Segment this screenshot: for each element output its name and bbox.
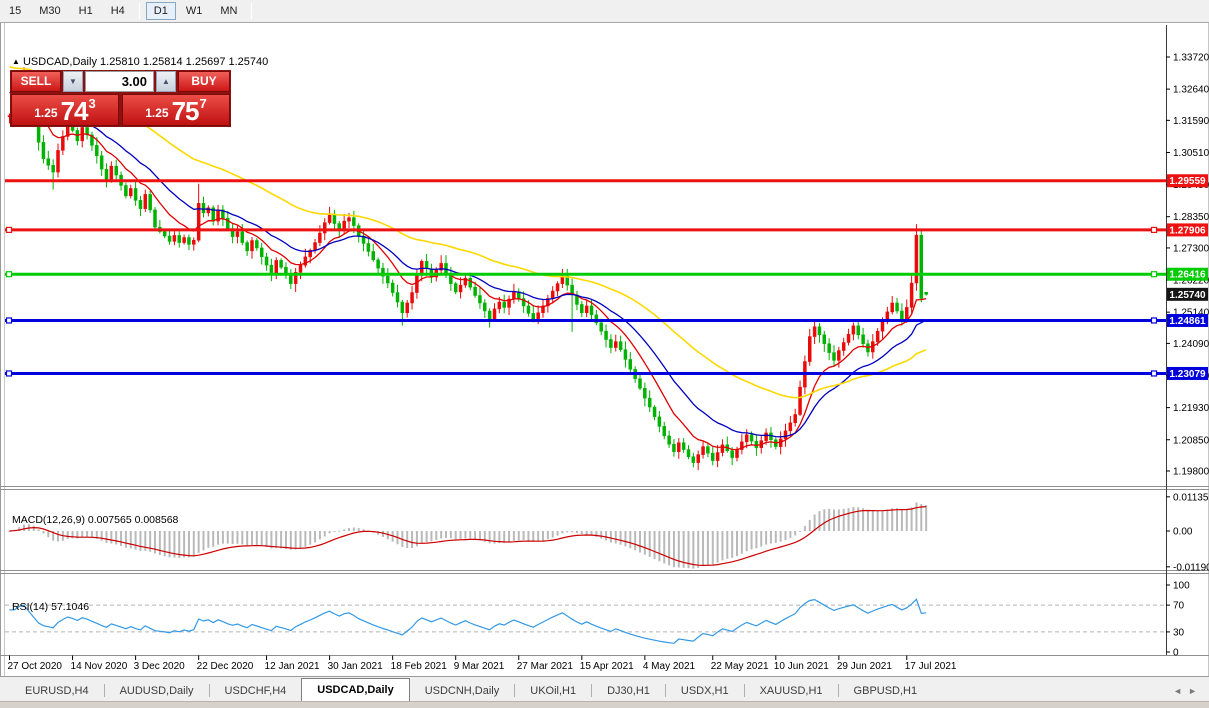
timeframe-button-D1[interactable]: D1: [145, 2, 176, 20]
open-value: 1.25810: [100, 56, 140, 68]
timeframe-button-15[interactable]: 15: [1, 2, 29, 20]
price-badge-1.24861: 1.24861: [1167, 313, 1208, 327]
svg-text:0: 0: [1173, 648, 1179, 659]
tab-USDCNH-Daily[interactable]: USDCNH,Daily: [410, 681, 515, 701]
svg-text:1.28350: 1.28350: [1173, 212, 1209, 223]
svg-text:1.26416: 1.26416: [1169, 270, 1206, 281]
lot-increase-button[interactable]: ▲: [156, 71, 176, 92]
svg-text:1.24861: 1.24861: [1169, 316, 1206, 327]
date-label: 9 Mar 2021: [454, 661, 505, 672]
price-badge-1.25740: 1.25740: [1167, 287, 1208, 301]
svg-text:1.30510: 1.30510: [1173, 148, 1209, 159]
buy-price-big: 75: [171, 96, 200, 126]
buy-price-pip: 7: [199, 96, 207, 111]
price-badge-1.29559: 1.29559: [1167, 174, 1208, 188]
toolbar-separator: [251, 3, 253, 19]
sell-price-prefix: 1.25: [34, 106, 58, 120]
tab-USDX-H1[interactable]: USDX,H1: [666, 681, 744, 701]
tab-USDCAD-Daily[interactable]: USDCAD,Daily: [301, 678, 410, 701]
date-label: 27 Mar 2021: [517, 661, 574, 672]
timeframe-button-MN[interactable]: MN: [212, 2, 245, 20]
sell-price-big: 74: [60, 96, 89, 126]
macd-values: 0.007565 0.008568: [87, 514, 179, 526]
ohlc-info-line: ▲ USDCAD,Daily 1.25810 1.25814 1.25697 1…: [12, 56, 268, 68]
svg-text:1.24090: 1.24090: [1173, 339, 1209, 350]
price-badge-1.26416: 1.26416: [1167, 267, 1208, 281]
sell-button[interactable]: SELL: [11, 71, 61, 92]
rsi-value: 57.1046: [51, 601, 90, 613]
tabs-scroll-left-icon[interactable]: ◄: [1173, 686, 1188, 696]
date-label: 4 May 2021: [643, 661, 696, 672]
date-label: 22 Dec 2020: [197, 661, 254, 672]
tab-USDCHF-H4[interactable]: USDCHF,H4: [210, 681, 302, 701]
svg-text:0.00: 0.00: [1173, 527, 1193, 538]
buy-price-quote[interactable]: 1.25 75 7: [122, 94, 230, 126]
timeframe-button-H4[interactable]: H4: [103, 2, 133, 20]
buy-button[interactable]: BUY: [178, 71, 230, 92]
chart-tab-bar: EURUSD,H4 AUDUSD,Daily USDCHF,H4 USDCAD,Dai…: [0, 676, 1209, 701]
svg-text:100: 100: [1173, 581, 1190, 592]
svg-text:1.31590: 1.31590: [1173, 116, 1209, 127]
tabs-scroll-right-icon[interactable]: ►: [1188, 686, 1203, 696]
rsi-indicator-label: RSI(14) 57.1046: [12, 601, 90, 613]
chart-collapse-icon[interactable]: ▲: [12, 57, 20, 66]
buy-price-prefix: 1.25: [145, 106, 169, 120]
timeframe-button-W1[interactable]: W1: [178, 2, 211, 20]
svg-text:-0.01190: -0.01190: [1173, 562, 1209, 573]
low-value: 1.25697: [185, 56, 226, 68]
symbol-period-label: USDCAD,Daily: [22, 56, 97, 68]
one-click-trading-panel: SELL ▼ 3.00 ▲ BUY 1.25 74 3 1.25 75 7: [10, 70, 231, 127]
window-bottom-edge: [0, 701, 1209, 708]
svg-text:1.33720: 1.33720: [1173, 53, 1209, 64]
svg-text:1.29559: 1.29559: [1169, 176, 1206, 187]
date-label: 29 Jun 2021: [837, 661, 892, 672]
svg-text:1.27300: 1.27300: [1173, 243, 1209, 254]
date-label: 18 Feb 2021: [391, 661, 448, 672]
date-label: 3 Dec 2020: [134, 661, 186, 672]
svg-text:1.27906: 1.27906: [1169, 225, 1206, 236]
chart-window: 1.337201.326401.315901.305101.294301.283…: [0, 23, 1209, 676]
tab-EURUSD-H4[interactable]: EURUSD,H4: [10, 681, 104, 701]
svg-text:70: 70: [1173, 601, 1185, 612]
svg-text:1.20850: 1.20850: [1173, 435, 1209, 446]
date-label: 15 Apr 2021: [580, 661, 634, 672]
date-label: 22 May 2021: [711, 661, 769, 672]
date-label: 30 Jan 2021: [328, 661, 383, 672]
svg-text:30: 30: [1173, 627, 1185, 638]
tab-DJ30-H1[interactable]: DJ30,H1: [592, 681, 665, 701]
timeframe-toolbar: 15 M30 H1 H4 D1 W1 MN: [0, 0, 1209, 23]
timeframe-button-M30[interactable]: M30: [31, 2, 68, 20]
timeframe-button-H1[interactable]: H1: [71, 2, 101, 20]
svg-text:1.32640: 1.32640: [1173, 85, 1209, 96]
price-badge-1.23079: 1.23079: [1167, 366, 1208, 380]
high-value: 1.25814: [142, 56, 183, 68]
price-badge-1.27906: 1.27906: [1167, 223, 1208, 237]
svg-text:0.01135: 0.01135: [1173, 492, 1209, 503]
svg-text:1.19800: 1.19800: [1173, 466, 1209, 477]
lot-decrease-button[interactable]: ▼: [63, 71, 83, 92]
date-label: 27 Oct 2020: [8, 661, 63, 672]
tab-XAUUSD-H1[interactable]: XAUUSD,H1: [745, 681, 838, 701]
date-label: 17 Jul 2021: [905, 661, 957, 672]
tab-GBPUSD-H1[interactable]: GBPUSD,H1: [839, 681, 933, 701]
svg-text:1.23079: 1.23079: [1169, 369, 1206, 380]
date-label: 10 Jun 2021: [774, 661, 829, 672]
svg-text:1.21930: 1.21930: [1173, 403, 1209, 414]
toolbar-separator: [138, 3, 140, 19]
macd-indicator-label: MACD(12,26,9) 0.007565 0.008568: [12, 514, 179, 526]
svg-text:1.25740: 1.25740: [1169, 290, 1206, 301]
date-label: 14 Nov 2020: [71, 661, 128, 672]
close-value: 1.25740: [228, 56, 269, 68]
tab-AUDUSD-Daily[interactable]: AUDUSD,Daily: [105, 681, 209, 701]
tab-UKOil-H1[interactable]: UKOil,H1: [515, 681, 591, 701]
sell-price-pip: 3: [88, 96, 96, 111]
sell-price-quote[interactable]: 1.25 74 3: [11, 94, 119, 126]
lot-size-input[interactable]: 3.00: [85, 71, 154, 92]
date-label: 12 Jan 2021: [265, 661, 320, 672]
